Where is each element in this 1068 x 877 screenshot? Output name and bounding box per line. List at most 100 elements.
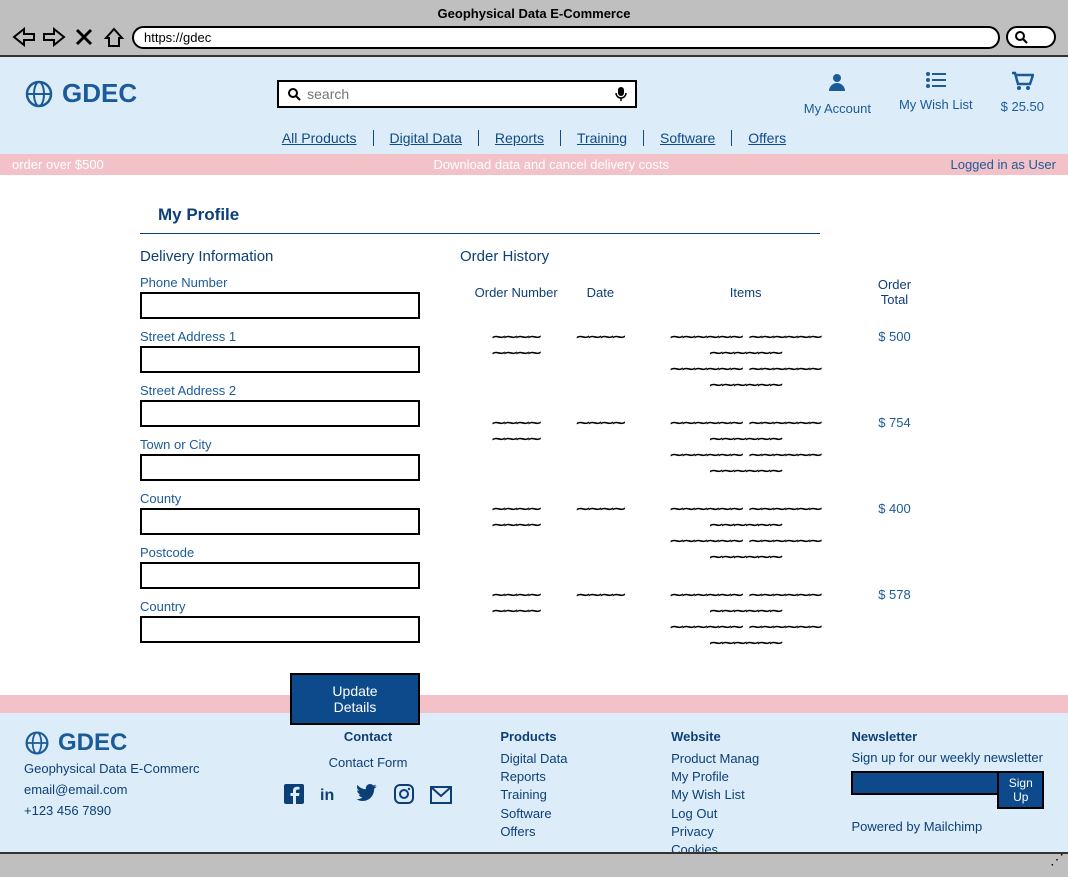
signup-button[interactable]: Sign Up [997,771,1044,809]
date-value: ⁓⁓⁓⁓ [576,502,624,517]
footer-logo-text: GDEC [58,729,127,757]
county-label: County [140,491,420,506]
wishlist-button[interactable]: My Wish List [899,71,973,116]
main-content: My Profile Delivery Information Phone Nu… [0,175,1068,695]
order-number-value: ⁓⁓⁓⁓ ⁓⁓⁓⁓ [492,416,540,447]
footer-link[interactable]: Privacy [671,823,815,841]
action-label: $ 25.50 [1001,99,1044,114]
street2-input[interactable] [140,400,420,427]
globe-icon [24,79,54,109]
footer-link[interactable]: My Wish List [671,786,815,804]
browser-toolbar [12,25,1056,49]
instagram-icon[interactable] [394,784,414,810]
window-title: Geophysical Data E-Commerce [12,6,1056,21]
social-links: in [272,784,465,810]
order-number-value: ⁓⁓⁓⁓ ⁓⁓⁓⁓ [492,502,540,533]
footer-link[interactable]: Reports [500,768,635,786]
url-bar[interactable] [132,26,1000,49]
page-title: My Profile [158,205,928,225]
footer-logo[interactable]: GDEC [24,729,236,757]
main-nav: All Products Digital Data Reports Traini… [24,130,1044,146]
col-items: Items [630,277,861,317]
back-icon[interactable] [12,25,36,49]
street1-label: Street Address 1 [140,329,420,344]
footer-link[interactable]: Offers [500,823,635,841]
order-history-table: Order Number Date Items Order Total ⁓⁓⁓⁓… [460,275,928,663]
table-row: ⁓⁓⁓⁓ ⁓⁓⁓⁓ ⁓⁓⁓⁓ ⁓⁓⁓⁓⁓⁓ ⁓⁓⁓⁓⁓⁓ ⁓⁓⁓⁓⁓⁓⁓⁓⁓⁓⁓⁓ … [462,405,926,489]
items-value: ⁓⁓⁓⁓⁓⁓ ⁓⁓⁓⁓⁓⁓ ⁓⁓⁓⁓⁓⁓⁓⁓⁓⁓⁓⁓ ⁓⁓⁓⁓⁓⁓ ⁓⁓⁓⁓⁓⁓ [670,588,821,651]
newsletter-heading: Newsletter [851,729,1044,744]
nav-training[interactable]: Training [561,130,644,146]
contact-form-link[interactable]: Contact Form [272,754,465,772]
footer-link[interactable]: Software [500,805,635,823]
nav-digital-data[interactable]: Digital Data [374,130,479,146]
svg-text:in: in [320,787,334,804]
zoom-control[interactable] [1006,26,1056,48]
footer-link[interactable]: Cookies [671,841,815,852]
mic-icon[interactable] [615,86,627,102]
stop-icon[interactable] [72,25,96,49]
newsletter-copy: Sign up for our weekly newsletter [851,750,1044,765]
search-box[interactable] [277,80,637,108]
date-value: ⁓⁓⁓⁓ [576,416,624,431]
site-logo[interactable]: GDEC [24,78,137,109]
email-icon[interactable] [430,784,452,810]
user-icon [826,71,848,99]
delivery-heading: Delivery Information [140,248,420,265]
promo-banner: order over $500 Download data and cancel… [0,154,1068,175]
forward-icon[interactable] [42,25,66,49]
nav-reports[interactable]: Reports [479,130,561,146]
col-date: Date [572,277,628,317]
table-row: ⁓⁓⁓⁓ ⁓⁓⁓⁓ ⁓⁓⁓⁓ ⁓⁓⁓⁓⁓⁓ ⁓⁓⁓⁓⁓⁓ ⁓⁓⁓⁓⁓⁓⁓⁓⁓⁓⁓⁓ … [462,491,926,575]
items-value: ⁓⁓⁓⁓⁓⁓ ⁓⁓⁓⁓⁓⁓ ⁓⁓⁓⁓⁓⁓⁓⁓⁓⁓⁓⁓ ⁓⁓⁓⁓⁓⁓ ⁓⁓⁓⁓⁓⁓ [670,502,821,565]
linkedin-icon[interactable]: in [320,784,340,810]
order-number-value: ⁓⁓⁓⁓ ⁓⁓⁓⁓ [492,588,540,619]
banner-center-text: Download data and cancel delivery costs [152,157,950,172]
order-number-value: ⁓⁓⁓⁓ ⁓⁓⁓⁓ [492,330,540,361]
town-label: Town or City [140,437,420,452]
facebook-icon[interactable] [284,784,304,810]
phone-input[interactable] [140,292,420,319]
order-total-value: $ 754 [863,405,926,489]
items-value: ⁓⁓⁓⁓⁓⁓ ⁓⁓⁓⁓⁓⁓ ⁓⁓⁓⁓⁓⁓⁓⁓⁓⁓⁓⁓ ⁓⁓⁓⁓⁓⁓ ⁓⁓⁓⁓⁓⁓ [670,416,821,479]
country-label: Country [140,599,420,614]
newsletter-input[interactable] [851,771,1001,795]
footer-link[interactable]: Digital Data [500,750,635,768]
nav-software[interactable]: Software [644,130,732,146]
street1-input[interactable] [140,346,420,373]
contact-heading: Contact [272,729,465,744]
footer-link[interactable]: Training [500,786,635,804]
county-input[interactable] [140,508,420,535]
action-label: My Wish List [899,97,973,112]
footer-link[interactable]: My Profile [671,768,815,786]
nav-offers[interactable]: Offers [732,130,802,146]
powered-by-text: Powered by Mailchimp [851,819,1044,834]
resize-grip-icon[interactable]: ⋰ [1050,851,1064,868]
action-label: My Account [804,101,871,116]
col-total: Order Total [863,277,926,317]
footer-link[interactable]: Product Manag [671,750,815,768]
home-icon[interactable] [102,25,126,49]
website-heading: Website [671,729,815,744]
title-underline [140,233,820,234]
nav-all-products[interactable]: All Products [266,130,374,146]
cart-icon [1010,71,1034,97]
my-account-button[interactable]: My Account [804,71,871,116]
town-input[interactable] [140,454,420,481]
order-total-value: $ 500 [863,319,926,403]
logo-text: GDEC [62,78,137,109]
company-full-name: Geophysical Data E-Commerc [24,761,236,776]
search-input[interactable] [307,86,609,102]
date-value: ⁓⁓⁓⁓ [576,330,624,345]
update-details-button[interactable]: Update Details [290,673,420,725]
items-value: ⁓⁓⁓⁓⁓⁓ ⁓⁓⁓⁓⁓⁓ ⁓⁓⁓⁓⁓⁓⁓⁓⁓⁓⁓⁓ ⁓⁓⁓⁓⁓⁓ ⁓⁓⁓⁓⁓⁓ [670,330,821,393]
footer-link[interactable]: Log Out [671,805,815,823]
cart-button[interactable]: $ 25.50 [1001,71,1044,116]
login-status: Logged in as User [950,157,1056,172]
banner-left-text: order over $500 [12,157,152,172]
delivery-form: Delivery Information Phone Number Street… [140,248,420,725]
twitter-icon[interactable] [356,784,378,810]
company-email: email@email.com [24,782,236,797]
country-input[interactable] [140,616,420,643]
postcode-input[interactable] [140,562,420,589]
